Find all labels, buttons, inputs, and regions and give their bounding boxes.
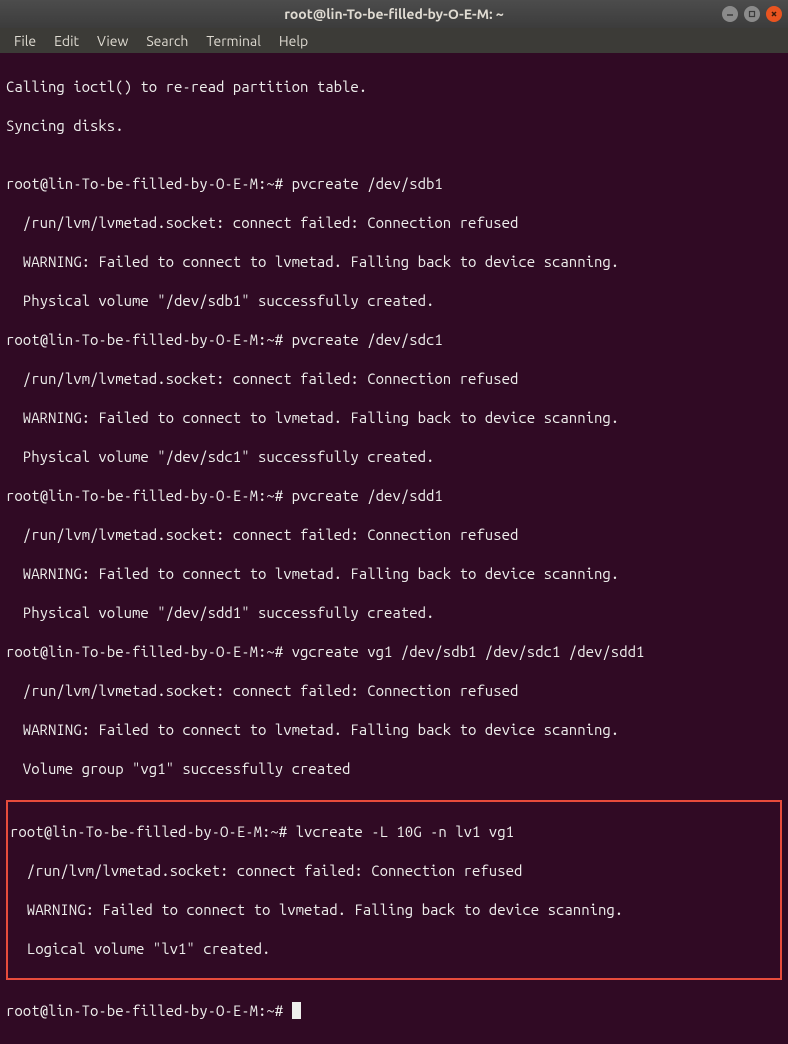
output-line: Volume group "vg1" successfully created <box>6 759 782 779</box>
output-line: Logical volume "lv1" created. <box>10 939 778 959</box>
menu-help[interactable]: Help <box>271 30 316 52</box>
maximize-icon[interactable] <box>744 6 760 22</box>
terminal-output[interactable]: Calling ioctl() to re-read partition tab… <box>0 53 788 1044</box>
command-line: root@lin-To-be-filled-by-O-E-M:~# lvcrea… <box>10 822 778 842</box>
window-title: root@lin-To-be-filled-by-O-E-M: ~ <box>284 6 504 22</box>
window-controls <box>722 6 782 22</box>
output-line: WARNING: Failed to connect to lvmetad. F… <box>6 720 782 740</box>
output-line: /run/lvm/lvmetad.socket: connect failed:… <box>6 525 782 545</box>
prompt-text: root@lin-To-be-filled-by-O-E-M:~# <box>6 643 283 660</box>
menu-file[interactable]: File <box>6 30 44 52</box>
output-line: Physical volume "/dev/sdc1" successfully… <box>6 447 782 467</box>
command-line: root@lin-To-be-filled-by-O-E-M:~# pvcrea… <box>6 330 782 350</box>
menu-search[interactable]: Search <box>138 30 196 52</box>
output-line: Physical volume "/dev/sdd1" successfully… <box>6 603 782 623</box>
prompt-text: root@lin-To-be-filled-by-O-E-M:~# <box>6 331 283 348</box>
command-line: root@lin-To-be-filled-by-O-E-M:~# <box>6 1001 782 1021</box>
menu-edit[interactable]: Edit <box>46 30 87 52</box>
highlighted-region: root@lin-To-be-filled-by-O-E-M:~# lvcrea… <box>6 800 782 980</box>
command-text: pvcreate /dev/sdd1 <box>283 487 443 504</box>
close-icon[interactable] <box>766 6 782 22</box>
menu-view[interactable]: View <box>89 30 136 52</box>
output-line: Calling ioctl() to re-read partition tab… <box>6 77 782 97</box>
output-line: WARNING: Failed to connect to lvmetad. F… <box>6 252 782 272</box>
menu-terminal[interactable]: Terminal <box>198 30 269 52</box>
command-text: pvcreate /dev/sdc1 <box>283 331 443 348</box>
cursor-icon <box>292 1002 301 1019</box>
output-line: Syncing disks. <box>6 116 782 136</box>
command-text: vgcreate vg1 /dev/sdb1 /dev/sdc1 /dev/sd… <box>283 643 644 660</box>
prompt-text: root@lin-To-be-filled-by-O-E-M:~# <box>6 487 283 504</box>
command-line: root@lin-To-be-filled-by-O-E-M:~# pvcrea… <box>6 486 782 506</box>
output-line: WARNING: Failed to connect to lvmetad. F… <box>6 564 782 584</box>
command-text: pvcreate /dev/sdb1 <box>283 175 443 192</box>
prompt-text: root@lin-To-be-filled-by-O-E-M:~# <box>10 823 287 840</box>
menubar: File Edit View Search Terminal Help <box>0 28 788 53</box>
output-line: WARNING: Failed to connect to lvmetad. F… <box>6 408 782 428</box>
command-line: root@lin-To-be-filled-by-O-E-M:~# pvcrea… <box>6 174 782 194</box>
output-line: /run/lvm/lvmetad.socket: connect failed:… <box>6 369 782 389</box>
minimize-icon[interactable] <box>722 6 738 22</box>
window-titlebar: root@lin-To-be-filled-by-O-E-M: ~ <box>0 0 788 28</box>
prompt-text: root@lin-To-be-filled-by-O-E-M:~# <box>6 175 283 192</box>
command-text: lvcreate -L 10G -n lv1 vg1 <box>287 823 514 840</box>
output-line: /run/lvm/lvmetad.socket: connect failed:… <box>6 681 782 701</box>
output-line: /run/lvm/lvmetad.socket: connect failed:… <box>10 861 778 881</box>
output-line: /run/lvm/lvmetad.socket: connect failed:… <box>6 213 782 233</box>
output-line: WARNING: Failed to connect to lvmetad. F… <box>10 900 778 920</box>
prompt-text: root@lin-To-be-filled-by-O-E-M:~# <box>6 1002 292 1019</box>
output-line: Physical volume "/dev/sdb1" successfully… <box>6 291 782 311</box>
command-line: root@lin-To-be-filled-by-O-E-M:~# vgcrea… <box>6 642 782 662</box>
